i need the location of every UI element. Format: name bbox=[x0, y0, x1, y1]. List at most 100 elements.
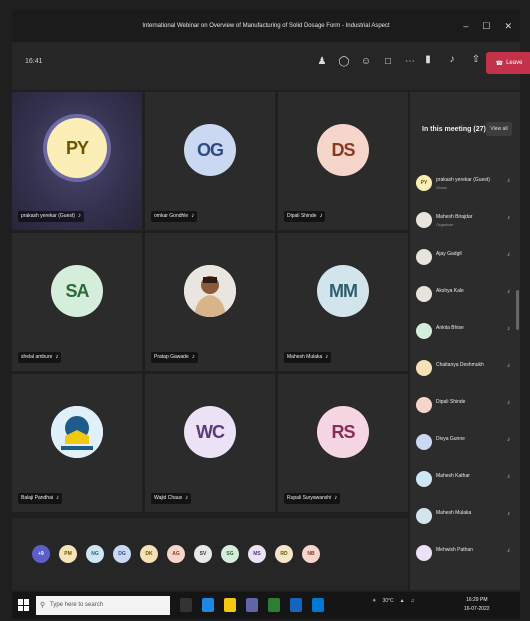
participant-photo bbox=[184, 265, 236, 317]
teams-icon[interactable] bbox=[246, 598, 258, 612]
teams-window: International Webinar on Overview of Man… bbox=[0, 0, 530, 621]
participant-list-item[interactable]: Mahesh Birajdar Organizer ♪ bbox=[414, 209, 514, 235]
minimize-button[interactable]: – bbox=[463, 10, 468, 42]
mic-icon: ♪ bbox=[507, 289, 510, 295]
participant-list-item[interactable]: Mahesh Mulaka ♪ bbox=[414, 505, 514, 531]
edge-icon[interactable] bbox=[202, 598, 214, 612]
leave-button[interactable]: ☎ Leave bbox=[486, 52, 530, 74]
participant-name-tag: Dipali Shinde ♪ bbox=[284, 211, 326, 222]
participants-icon[interactable]: ♟ bbox=[316, 56, 328, 68]
meeting-toolbar: 16:41 ♟ ◯ ☺ □ ⋯ ▮ ♪ ⇧ ☎ Leave bbox=[12, 42, 530, 90]
device-controls: ▮ ♪ ⇧ bbox=[422, 54, 482, 66]
mic-icon: ♪ bbox=[507, 215, 510, 221]
weather-icon[interactable]: ☀ bbox=[372, 598, 376, 604]
participant-name-tag: omkar Gondhle ♪ bbox=[151, 211, 198, 222]
participant-avatar[interactable]: SV bbox=[194, 545, 212, 563]
video-tile[interactable]: OG omkar Gondhle ♪ bbox=[145, 92, 275, 230]
overflow-participants-row: +9 PM NG DG DK AG SV SG MS RD NB bbox=[12, 518, 408, 590]
participant-avatar: PY bbox=[416, 175, 432, 191]
mic-icon: ♪ bbox=[507, 400, 510, 406]
participant-name: Mahesh Kathar bbox=[436, 473, 470, 479]
video-tile[interactable]: DS Dipali Shinde ♪ bbox=[278, 92, 408, 230]
file-explorer-icon[interactable] bbox=[224, 598, 236, 612]
meeting-controls: ♟ ◯ ☺ □ ⋯ bbox=[316, 56, 416, 68]
video-tile[interactable]: WC Wajid Chaus ♪ bbox=[145, 374, 275, 512]
mic-icon: ♪ bbox=[334, 495, 338, 501]
mic-icon: ♪ bbox=[507, 252, 510, 258]
participant-avatar[interactable]: AG bbox=[167, 545, 185, 563]
video-tile[interactable]: Pratap Gawade ♪ bbox=[145, 233, 275, 371]
panel-header: In this meeting (27) View all bbox=[410, 92, 520, 166]
participant-name: Chaitanya Deshmukh bbox=[436, 362, 484, 368]
participant-list-item[interactable]: Mehwish Pathan ♪ bbox=[414, 542, 514, 568]
rooms-icon[interactable]: □ bbox=[382, 56, 394, 68]
participant-name: Ajay Gadgil bbox=[436, 251, 462, 257]
taskbar-search-input[interactable]: ⚲ Type here to search bbox=[36, 596, 170, 615]
participant-avatar[interactable]: NG bbox=[86, 545, 104, 563]
chat-icon[interactable]: ◯ bbox=[338, 56, 350, 68]
more-actions-icon[interactable]: ⋯ bbox=[404, 56, 416, 68]
participant-name: Wajid Chaus bbox=[154, 495, 183, 501]
participant-logo bbox=[51, 406, 103, 458]
participant-avatar[interactable]: NB bbox=[302, 545, 320, 563]
network-icon[interactable]: ▲ bbox=[400, 598, 405, 604]
participant-name: prakash yerekar (Guest) bbox=[436, 177, 490, 183]
volume-icon[interactable]: ♫ bbox=[411, 598, 415, 604]
mic-icon: ♪ bbox=[325, 354, 329, 360]
more-participants-button[interactable]: +9 bbox=[32, 545, 50, 563]
participant-list-item[interactable]: Ajay Gadgil ♪ bbox=[414, 246, 514, 272]
participant-list-item[interactable]: PY prakash yerekar (Guest) Guest ♪ bbox=[414, 172, 514, 198]
participant-role: Organizer bbox=[436, 222, 454, 227]
video-tile[interactable]: Balaji Pandhai ♪ bbox=[12, 374, 142, 512]
excel-icon[interactable] bbox=[268, 598, 280, 612]
meeting-timer: 16:41 bbox=[25, 58, 43, 65]
windows-start-icon[interactable] bbox=[18, 599, 30, 611]
participant-name: shelal ambure bbox=[21, 354, 53, 360]
participant-list-item[interactable]: Mahesh Kathar ♪ bbox=[414, 468, 514, 494]
participant-list-item[interactable]: Divya Gunne ♪ bbox=[414, 431, 514, 457]
participant-avatar[interactable]: MS bbox=[248, 545, 266, 563]
participant-name: Balaji Pandhai bbox=[21, 495, 53, 501]
close-button[interactable]: ✕ bbox=[504, 10, 512, 42]
share-icon[interactable]: ⇧ bbox=[470, 54, 482, 66]
title-bar: International Webinar on Overview of Man… bbox=[12, 10, 520, 42]
participant-list-item[interactable]: Ankita Bhise ♪ bbox=[414, 320, 514, 346]
mic-icon: ♪ bbox=[507, 326, 510, 332]
video-tile[interactable]: RS Rupali Suryawanshi ♪ bbox=[278, 374, 408, 512]
participant-name-tag: prakash yerekar (Guest) ♪ bbox=[18, 211, 84, 222]
video-tile[interactable]: SA shelal ambure ♪ bbox=[12, 233, 142, 371]
participant-name-tag: Balaji Pandhai ♪ bbox=[18, 493, 62, 504]
participant-avatar[interactable]: SG bbox=[221, 545, 239, 563]
store-icon[interactable] bbox=[312, 598, 324, 612]
participant-name: Mehwish Pathan bbox=[436, 547, 473, 553]
participant-avatar[interactable]: DG bbox=[113, 545, 131, 563]
camera-icon[interactable]: ▮ bbox=[422, 54, 434, 66]
video-tile[interactable]: MM Mahesh Mulaka ♪ bbox=[278, 233, 408, 371]
maximize-button[interactable]: ☐ bbox=[482, 10, 490, 42]
mic-icon: ♪ bbox=[185, 495, 189, 501]
view-all-button[interactable]: View all bbox=[486, 122, 512, 136]
panel-title: In this meeting (27) bbox=[422, 126, 486, 133]
participant-name: Rupali Suryawanshi bbox=[287, 495, 332, 501]
participant-name: Mahesh Birajdar bbox=[436, 214, 473, 220]
participant-avatar[interactable]: DK bbox=[140, 545, 158, 563]
participant-avatar: SA bbox=[51, 265, 103, 317]
mic-icon: ♪ bbox=[191, 354, 195, 360]
participant-avatar[interactable]: PM bbox=[59, 545, 77, 563]
panel-scrollbar[interactable] bbox=[516, 290, 519, 330]
mic-icon: ♪ bbox=[55, 495, 59, 501]
video-tile[interactable]: PY prakash yerekar (Guest) ♪ bbox=[12, 92, 142, 230]
task-view-icon[interactable] bbox=[180, 598, 192, 612]
participant-list-item[interactable]: Dipali Shinde ♪ bbox=[414, 394, 514, 420]
word-icon[interactable] bbox=[290, 598, 302, 612]
system-tray: ☀ 30°C ▲ ♫ bbox=[372, 598, 414, 604]
participant-name: Ankita Bhise bbox=[436, 325, 464, 331]
participant-avatar[interactable]: RD bbox=[275, 545, 293, 563]
mic-icon: ♪ bbox=[507, 437, 510, 443]
reactions-icon[interactable]: ☺ bbox=[360, 56, 372, 68]
participant-list-item[interactable]: Akshya Kale ♪ bbox=[414, 283, 514, 309]
mic-icon[interactable]: ♪ bbox=[446, 54, 458, 66]
participant-avatar: PY bbox=[47, 118, 107, 178]
taskbar-clock[interactable]: 16:29 PM 16-07-2022 bbox=[464, 596, 490, 614]
participant-list-item[interactable]: Chaitanya Deshmukh ♪ bbox=[414, 357, 514, 383]
